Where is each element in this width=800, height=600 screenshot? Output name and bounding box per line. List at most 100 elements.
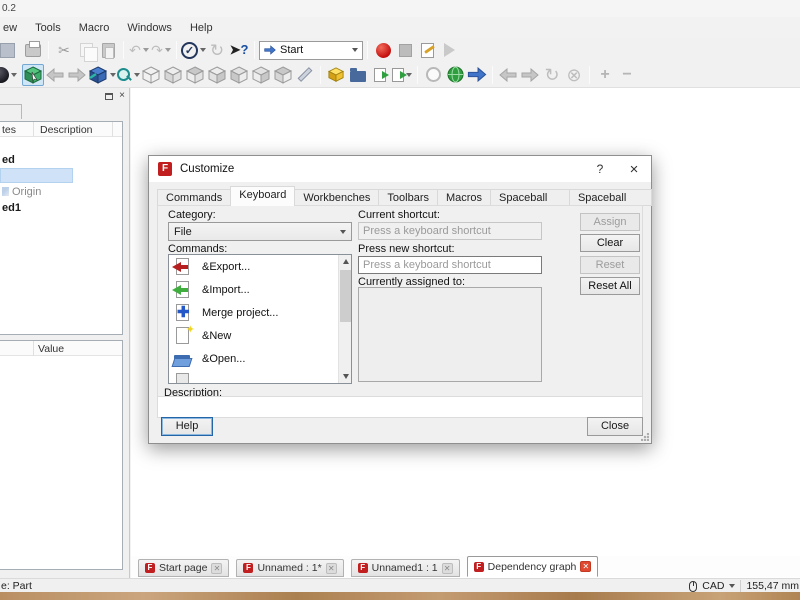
dock-tab[interactable] bbox=[0, 104, 22, 119]
commands-scrollbar[interactable] bbox=[338, 255, 351, 383]
close-button[interactable]: Close bbox=[587, 417, 643, 436]
nav-refresh-button[interactable]: ↻ bbox=[541, 64, 563, 86]
whats-this-button[interactable]: ➤ bbox=[228, 39, 250, 61]
top-view-button[interactable] bbox=[184, 64, 206, 86]
tab-start-page[interactable]: F Start page ✕ bbox=[138, 559, 230, 577]
macro-play-button[interactable] bbox=[438, 39, 460, 61]
view-back-button[interactable] bbox=[44, 64, 66, 86]
tree-item-origin[interactable]: Origin bbox=[0, 184, 122, 199]
command-item-export[interactable]: &Export... bbox=[169, 255, 351, 278]
dialog-close-button[interactable]: × bbox=[617, 156, 651, 182]
assigned-list[interactable] bbox=[358, 287, 542, 382]
zoom-button[interactable] bbox=[116, 64, 140, 86]
web-home-button[interactable] bbox=[422, 64, 444, 86]
paste-button[interactable] bbox=[97, 39, 119, 61]
column-divider[interactable] bbox=[33, 341, 34, 356]
save-button[interactable] bbox=[0, 39, 22, 61]
tab-unnamed[interactable]: F Unnamed : 1* ✕ bbox=[236, 559, 344, 577]
tab-toolbars[interactable]: Toolbars bbox=[378, 189, 438, 206]
chevron-down-icon[interactable] bbox=[729, 584, 736, 588]
redo-button[interactable]: ↷ bbox=[150, 39, 172, 61]
commands-list[interactable]: &Export... &Import... ✚ Merge project...… bbox=[168, 254, 352, 384]
web-go-button[interactable] bbox=[466, 64, 488, 86]
tree-item-document2[interactable]: ed1 bbox=[0, 200, 122, 215]
reset-button[interactable]: Reset bbox=[580, 256, 640, 274]
new-shortcut-input[interactable]: Press a keyboard shortcut bbox=[358, 256, 542, 274]
menu-item-windows[interactable]: Windows bbox=[118, 20, 181, 36]
bottom-view-button[interactable] bbox=[250, 64, 272, 86]
tab-spaceball-buttons[interactable]: Spaceball Buttons bbox=[568, 189, 652, 216]
dock-float-icon[interactable] bbox=[105, 92, 114, 100]
rear-view-button[interactable] bbox=[228, 64, 250, 86]
undo-button[interactable]: ↶ bbox=[128, 39, 150, 61]
cut-button[interactable]: ✂ bbox=[53, 39, 75, 61]
close-tab-icon[interactable]: ✕ bbox=[325, 562, 337, 574]
print-button[interactable] bbox=[22, 39, 44, 61]
macro-edit-button[interactable] bbox=[416, 39, 438, 61]
nav-style-value[interactable]: CAD bbox=[702, 580, 724, 592]
refresh-button[interactable]: ↻ bbox=[206, 39, 228, 61]
macro-check-button[interactable]: ✓ bbox=[181, 39, 206, 61]
macro-record-button[interactable] bbox=[372, 39, 394, 61]
select-view-button[interactable] bbox=[22, 63, 44, 86]
tree-column-attributes[interactable]: tes bbox=[2, 124, 16, 136]
scroll-down-icon[interactable] bbox=[339, 370, 351, 383]
measure-button[interactable] bbox=[294, 64, 316, 86]
tab-spaceball-motion[interactable]: Spaceball Motion bbox=[490, 189, 570, 216]
macro-stop-button[interactable] bbox=[394, 39, 416, 61]
export-options-button[interactable] bbox=[391, 64, 413, 86]
property-column-value[interactable]: Value bbox=[38, 343, 64, 355]
scrollbar-thumb[interactable] bbox=[340, 270, 351, 322]
nav-stop-button[interactable]: ⊗ bbox=[563, 64, 585, 86]
close-tab-icon[interactable]: ✕ bbox=[211, 562, 223, 574]
tab-macros[interactable]: Macros bbox=[436, 189, 492, 206]
menu-item-view[interactable]: ew bbox=[0, 20, 26, 36]
command-item-open[interactable]: &Open... bbox=[169, 347, 351, 370]
nav-forward-button[interactable] bbox=[519, 64, 541, 86]
resize-grip-icon[interactable] bbox=[641, 433, 649, 441]
category-select[interactable]: File bbox=[168, 222, 352, 241]
workbench-selector[interactable]: Start bbox=[259, 40, 363, 60]
column-divider[interactable] bbox=[33, 122, 34, 137]
tree-item-selected[interactable] bbox=[0, 168, 122, 183]
command-item-merge-project[interactable]: ✚ Merge project... bbox=[169, 301, 351, 324]
dock-close-icon[interactable]: × bbox=[119, 91, 125, 101]
command-item-new[interactable]: ✦ &New bbox=[169, 324, 351, 347]
left-view-button[interactable] bbox=[272, 64, 294, 86]
part-button[interactable] bbox=[325, 64, 347, 86]
dialog-help-button[interactable]: ? bbox=[583, 156, 617, 182]
axonometric-view-button[interactable] bbox=[140, 64, 162, 86]
tab-unnamed1[interactable]: F Unnamed1 : 1 ✕ bbox=[350, 559, 460, 577]
dialog-titlebar[interactable]: F Customize ? × bbox=[149, 156, 651, 182]
command-item-partial[interactable] bbox=[169, 370, 351, 383]
tab-keyboard[interactable]: Keyboard bbox=[230, 186, 296, 206]
menu-item-macro[interactable]: Macro bbox=[70, 20, 119, 36]
tree-column-description[interactable]: Description bbox=[40, 124, 93, 136]
web-browser-button[interactable] bbox=[444, 64, 466, 86]
close-tab-icon[interactable]: ✕ bbox=[441, 562, 453, 574]
export-button[interactable] bbox=[369, 64, 391, 86]
tab-workbenches[interactable]: Workbenches bbox=[294, 189, 380, 206]
tree-item-document[interactable]: ed bbox=[0, 152, 122, 167]
copy-button[interactable] bbox=[75, 39, 98, 62]
open-folder-button[interactable] bbox=[347, 64, 369, 86]
column-divider[interactable] bbox=[112, 122, 113, 137]
draw-style-button[interactable] bbox=[0, 64, 22, 86]
set-view-button[interactable] bbox=[88, 64, 116, 86]
view-forward-button[interactable] bbox=[66, 64, 88, 86]
menu-item-tools[interactable]: Tools bbox=[26, 20, 70, 36]
zoom-in-button[interactable]: + bbox=[594, 64, 616, 86]
clear-button[interactable]: Clear bbox=[580, 234, 640, 252]
command-item-import[interactable]: &Import... bbox=[169, 278, 351, 301]
close-tab-icon[interactable]: ✕ bbox=[580, 561, 592, 572]
reset-all-button[interactable]: Reset All bbox=[580, 277, 640, 295]
nav-back-button[interactable] bbox=[497, 64, 519, 86]
tab-commands[interactable]: Commands bbox=[157, 189, 232, 206]
right-view-button[interactable] bbox=[206, 64, 228, 86]
zoom-out-button[interactable]: − bbox=[616, 64, 638, 86]
help-button[interactable]: Help bbox=[161, 417, 213, 436]
tab-dependency-graph[interactable]: F Dependency graph ✕ bbox=[466, 556, 599, 577]
scroll-up-icon[interactable] bbox=[339, 255, 351, 268]
menu-item-help[interactable]: Help bbox=[181, 20, 222, 36]
front-view-button[interactable] bbox=[162, 64, 184, 86]
